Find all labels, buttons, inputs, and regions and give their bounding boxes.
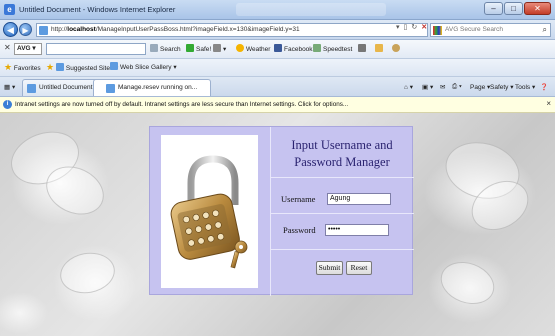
tab-bar: ▦ ▾ Untitled Document ✕ Manage.resev run… — [0, 77, 555, 97]
avg-menu-button[interactable]: AVG ▾ — [14, 43, 42, 55]
add-favorite-icon: ★ — [46, 62, 55, 72]
toolbar-options-button[interactable]: ▾ — [213, 44, 226, 53]
username-label: Username — [281, 194, 316, 204]
search-icon[interactable]: ⌕ — [543, 25, 547, 35]
star-icon: ★ — [4, 62, 13, 72]
avg-search-icon — [433, 26, 442, 35]
url-text: http://localhost/ManageInputUserPassBoss… — [51, 26, 300, 33]
password-input[interactable]: ••••• — [325, 224, 389, 236]
web-slice-gallery-link[interactable]: Web Slice Gallery ▾ — [110, 62, 177, 71]
password-label: Password — [283, 225, 316, 235]
submit-button[interactable]: Submit — [316, 261, 343, 275]
window-title: Untitled Document - Windows Internet Exp… — [19, 5, 176, 14]
information-bar[interactable]: i Intranet settings are now turned off b… — [0, 97, 555, 113]
toolbar-safe-button[interactable]: Safe! — [186, 44, 211, 53]
dropdown-arrow-icon[interactable]: ▾ — [396, 23, 400, 31]
close-window-button[interactable]: ✕ — [524, 2, 551, 15]
row-divider — [271, 177, 414, 178]
toolbar-settings-button[interactable] — [392, 44, 402, 53]
feeds-button[interactable]: ▣ ▾ — [422, 83, 433, 91]
row-divider — [271, 213, 414, 214]
note-icon — [375, 44, 383, 52]
toolbar-facebook-button[interactable]: Facebook — [274, 44, 313, 53]
gear-icon — [392, 44, 400, 52]
tab-manage-reservation[interactable]: ✕ Manage.resev running on... — [93, 79, 211, 96]
ie-page-icon — [110, 62, 118, 70]
avg-toolbar: ✕ AVG ▾ Search Safe! ▾ Weather Facebook … — [0, 40, 555, 59]
username-input[interactable]: Agung — [327, 193, 391, 205]
mail-button[interactable]: ✉ — [440, 83, 445, 91]
background-flower — [434, 254, 501, 312]
stop-icon[interactable]: ✕ — [421, 23, 427, 31]
information-bar-message: Intranet settings are now turned off by … — [15, 101, 349, 108]
toolbar-calculator-button[interactable] — [358, 44, 368, 53]
sun-icon — [236, 44, 244, 52]
row-divider — [271, 249, 414, 250]
toolbar-note-button[interactable] — [375, 44, 385, 53]
window-title-bar: e Untitled Document - Windows Internet E… — [0, 0, 555, 20]
tab-label: Untitled Document — [39, 84, 93, 91]
back-button[interactable]: ◀ — [3, 22, 18, 37]
menu-icon — [213, 44, 221, 52]
home-button[interactable]: ⌂ ▾ — [404, 83, 413, 91]
reset-button[interactable]: Reset — [346, 261, 372, 275]
ie-app-icon: e — [4, 4, 15, 15]
toolbar-speedtest-button[interactable]: Speedtest — [313, 44, 352, 53]
close-toolbar-icon[interactable]: ✕ — [4, 43, 11, 52]
background-flower — [56, 248, 119, 298]
maximize-button[interactable]: □ — [504, 2, 523, 15]
title-bar-reflection — [236, 3, 386, 16]
info-icon: i — [3, 100, 12, 109]
form-title: Input Username and Password Manager — [291, 138, 393, 169]
safety-menu[interactable]: Safety ▾ — [490, 83, 514, 91]
tools-menu[interactable]: Tools ▾ — [515, 83, 535, 91]
search-icon — [150, 44, 158, 52]
url-tools: ▾ ▯ ↻ ✕ — [396, 23, 427, 31]
search-placeholder: AVG Secure Search — [445, 26, 504, 33]
quick-tabs-button[interactable]: ▦ ▾ — [4, 83, 15, 91]
tab-label: Manage.resev running on... — [118, 84, 198, 91]
toolbar-weather-button[interactable]: Weather — [236, 44, 270, 53]
ie-page-icon — [27, 84, 36, 93]
page-icon — [39, 26, 48, 35]
compat-view-icon[interactable]: ▯ — [404, 23, 408, 31]
padlock-image — [161, 135, 258, 288]
ie-page-icon — [55, 63, 64, 71]
url-field[interactable]: http://localhost/ManageInputUserPassBoss… — [36, 23, 428, 37]
favorites-bar: ★ Favorites ★ Suggested Sites ▾ Web Slic… — [0, 59, 555, 77]
toolbar-search-button[interactable]: Search — [150, 44, 181, 53]
speedometer-icon — [313, 44, 321, 52]
page-content: Input Username and Password Manager User… — [0, 113, 555, 336]
ie-page-icon — [106, 84, 115, 93]
page-menu[interactable]: Page ▾ — [470, 83, 490, 91]
suggested-sites-link[interactable]: ★ Suggested Sites ▾ — [46, 62, 118, 73]
forward-button[interactable]: ▶ — [19, 23, 32, 36]
combination-padlock-icon — [170, 155, 248, 269]
help-button[interactable]: ❓ — [540, 83, 548, 91]
window-controls: – □ ✕ — [484, 2, 551, 15]
search-field[interactable]: AVG Secure Search ⌕ — [430, 23, 551, 37]
facebook-icon — [274, 44, 282, 52]
column-divider — [270, 127, 271, 296]
shield-icon — [186, 44, 194, 52]
calculator-icon — [358, 44, 366, 52]
favorites-button[interactable]: ★ Favorites — [4, 62, 41, 73]
toolbar-search-input[interactable] — [46, 43, 146, 55]
refresh-icon[interactable]: ↻ — [411, 23, 417, 31]
close-icon[interactable]: × — [546, 99, 551, 108]
minimize-button[interactable]: – — [484, 2, 503, 15]
login-panel: Input Username and Password Manager User… — [149, 126, 414, 296]
print-button[interactable]: ⎙ ▾ — [452, 83, 462, 91]
address-bar-row: ◀ ▶ http://localhost/ManageInputUserPass… — [0, 20, 555, 40]
